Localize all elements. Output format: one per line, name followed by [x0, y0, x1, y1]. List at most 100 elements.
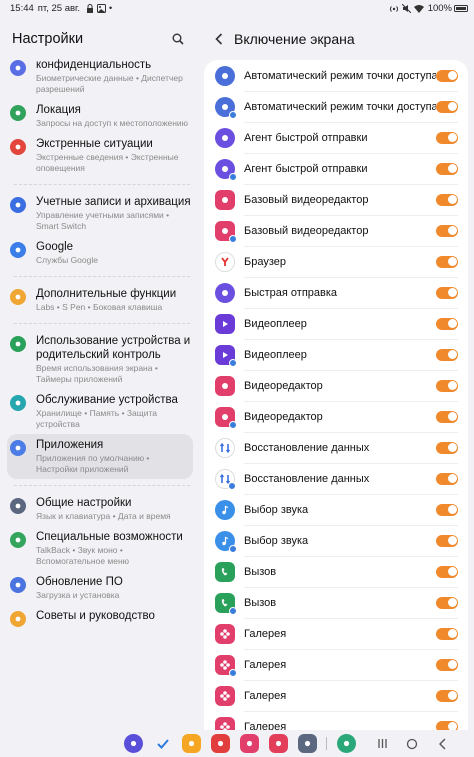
app-toggle[interactable] [436, 534, 458, 547]
app-toggle[interactable] [436, 100, 458, 113]
app-label: Восстановление данных [244, 441, 370, 454]
settings-item-location-pin[interactable]: Локация Запросы на доступ к местоположени… [0, 99, 200, 133]
app-toggle[interactable] [436, 720, 458, 730]
app-toggle[interactable] [436, 410, 458, 423]
section-divider [14, 184, 190, 185]
app-row[interactable]: Агент быстрой отправки [204, 122, 468, 153]
settings-item-subtitle: Время использования экрана • Таймеры при… [36, 363, 158, 384]
settings-item-subtitle: Язык и клавиатура • Дата и время [36, 511, 171, 521]
app-row[interactable]: Автоматический режим точки доступа [204, 60, 468, 91]
work-profile-badge-icon [229, 668, 237, 677]
settings-item-sync[interactable]: Учетные записи и архивация Управление уче… [0, 191, 200, 236]
sticky-app-icon[interactable] [211, 734, 230, 753]
flower-app-icon[interactable] [240, 734, 259, 753]
app-row[interactable]: Агент быстрой отправки [204, 153, 468, 184]
settings-item-alert[interactable]: Экстренные ситуации Экстренные сведения •… [0, 133, 200, 178]
settings-item-subtitle: Управление учетными записями • Smart Swi… [36, 210, 170, 231]
app-label: Видеоредактор [244, 410, 323, 423]
settings-item-text: Обслуживание устройства Хранилище • Памят… [36, 393, 192, 430]
app-toggle[interactable] [436, 565, 458, 578]
app-row[interactable]: Вызов [204, 587, 468, 618]
back-nav-button[interactable] [432, 735, 452, 752]
app-row[interactable]: Видеоредактор [204, 401, 468, 432]
app-row[interactable]: Галерея [204, 680, 468, 711]
recents-button[interactable] [372, 735, 392, 752]
app-toggle[interactable] [436, 596, 458, 609]
status-time: 15:44 [10, 2, 34, 14]
app-row[interactable]: Восстановление данных [204, 463, 468, 494]
app-row[interactable]: Автоматический режим точки доступа [204, 91, 468, 122]
recent-app-icon[interactable] [337, 734, 356, 753]
app-row[interactable]: Видеоплеер [204, 308, 468, 339]
settings-item-tips[interactable]: Советы и руководство [0, 605, 200, 631]
bixby-app-icon[interactable] [124, 734, 143, 753]
app-row[interactable]: Восстановление данных [204, 432, 468, 463]
search-icon [172, 33, 184, 45]
app-toggle[interactable] [436, 348, 458, 361]
apps-grid-app-icon[interactable] [298, 734, 317, 753]
app-row[interactable]: Видеоредактор [204, 370, 468, 401]
app-label: Видеоплеер [244, 348, 307, 361]
app-toggle[interactable] [436, 224, 458, 237]
settings-item-google[interactable]: Google Службы Google [0, 236, 200, 270]
settings-item-star-gear[interactable]: Дополнительные функции Labs • S Pen • Бок… [0, 283, 200, 317]
settings-item-text: Общие настройки Язык и клавиатура • Дата … [36, 496, 171, 522]
app-row[interactable]: Вызов [204, 556, 468, 587]
settings-item-apps-grid[interactable]: Приложения Приложения по умолчанию • Наст… [7, 434, 193, 479]
app-toggle[interactable] [436, 472, 458, 485]
checkmark-app-icon[interactable] [153, 734, 172, 753]
app-row[interactable]: Видеоплеер [204, 339, 468, 370]
app-row[interactable]: Базовый видеоредактор [204, 184, 468, 215]
section-divider [14, 485, 190, 486]
app-toggle[interactable] [436, 69, 458, 82]
app-row[interactable]: Галерея [204, 649, 468, 680]
settings-item-text: Дополнительные функции Labs • S Pen • Бок… [36, 287, 176, 313]
settings-item-sliders[interactable]: Общие настройки Язык и клавиатура • Дата … [0, 492, 200, 526]
section-divider [14, 276, 190, 277]
home-button[interactable] [402, 735, 422, 752]
app-label: Галерея [244, 658, 287, 671]
settings-item-wellbeing[interactable]: Использование устройства и родительский … [0, 330, 200, 389]
app-toggle[interactable] [436, 317, 458, 330]
settings-item-shield[interactable]: конфиденциальность Биометрические данные … [0, 54, 200, 99]
settings-item-subtitle: Labs • S Pen • Боковая клавиша [36, 302, 163, 312]
app-row[interactable]: Браузер [204, 246, 468, 277]
mute-icon [401, 3, 411, 13]
gallery-flower-icon [215, 685, 235, 706]
app-row[interactable]: Базовый видеоредактор [204, 215, 468, 246]
app-row[interactable]: Галерея [204, 618, 468, 649]
settings-menu-list: конфиденциальность Биометрические данные … [0, 54, 200, 631]
app-toggle[interactable] [436, 658, 458, 671]
screen-on-pane: Включение экрана Автоматический режим то… [200, 16, 474, 730]
app-toggle[interactable] [436, 131, 458, 144]
app-toggle[interactable] [436, 503, 458, 516]
battery: 100% [428, 3, 468, 14]
app-toggle[interactable] [436, 255, 458, 268]
work-profile-badge-icon [228, 481, 236, 490]
app-row[interactable]: Выбор звука [204, 525, 468, 556]
app-label: Галерея [244, 627, 287, 640]
camera-app-icon[interactable] [269, 734, 288, 753]
settings-item-update[interactable]: Обновление ПО Загрузка и установка [0, 571, 200, 605]
work-profile-badge-icon [229, 606, 237, 615]
dot-icon: • [108, 3, 113, 13]
app-toggle[interactable] [436, 286, 458, 299]
app-toggle[interactable] [436, 162, 458, 175]
settings-item-care[interactable]: Обслуживание устройства Хранилище • Памят… [0, 389, 200, 434]
app-toggle[interactable] [436, 379, 458, 392]
app-row[interactable]: Выбор звука [204, 494, 468, 525]
app-toggle[interactable] [436, 193, 458, 206]
settings-item-accessibility[interactable]: Специальные возможности TalkBack • Звук м… [0, 526, 200, 571]
search-button[interactable] [168, 29, 188, 49]
app-row[interactable]: Быстрая отправка [204, 277, 468, 308]
app-label: Вызов [244, 596, 277, 609]
hotspot-status-icon [389, 5, 398, 12]
back-button[interactable] [210, 29, 228, 49]
app-row[interactable]: Галерея [204, 711, 468, 730]
accessibility-icon [10, 532, 26, 548]
work-profile-badge-icon [229, 358, 237, 367]
app-toggle[interactable] [436, 689, 458, 702]
notes-app-icon[interactable] [182, 734, 201, 753]
app-toggle[interactable] [436, 627, 458, 640]
app-toggle[interactable] [436, 441, 458, 454]
